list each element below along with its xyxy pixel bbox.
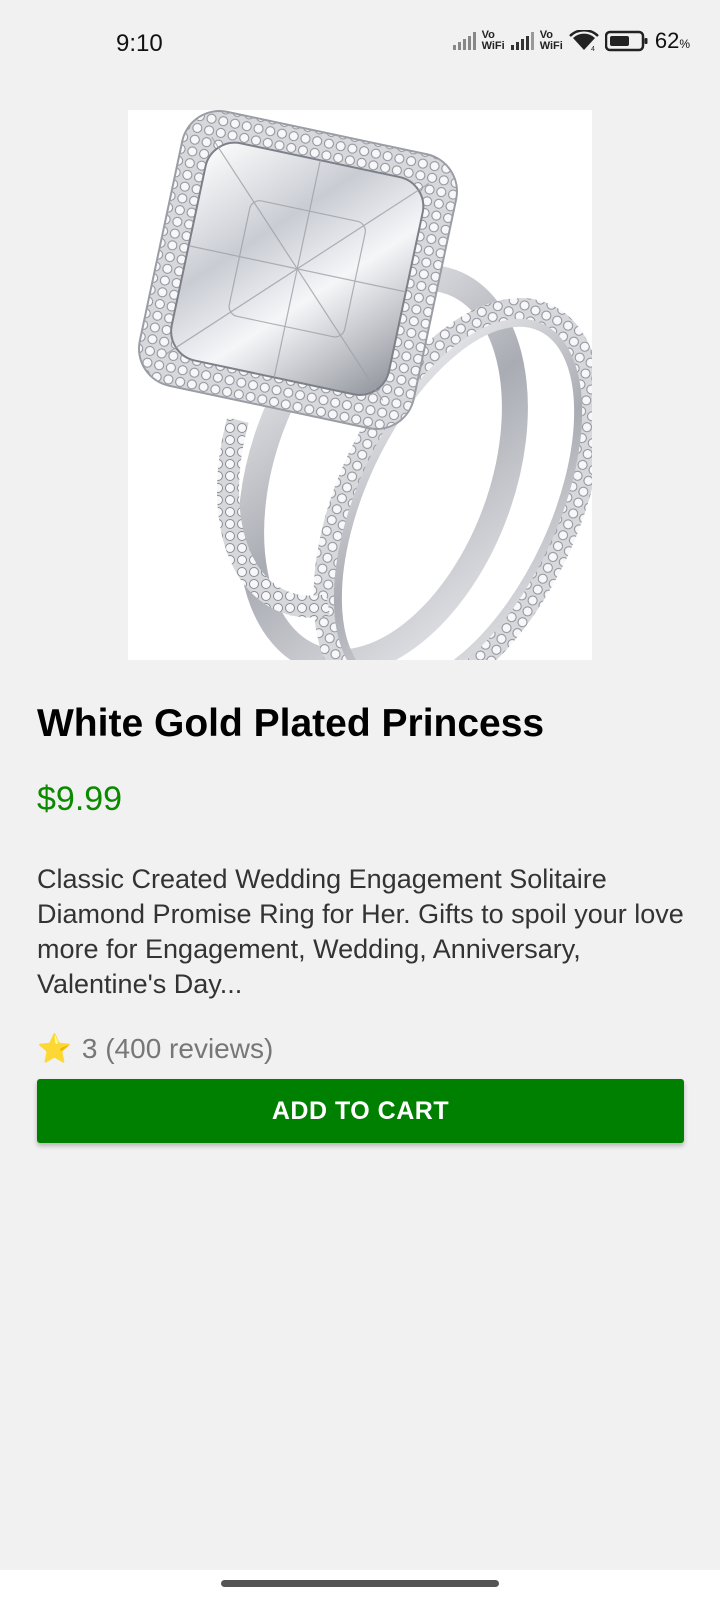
wifi-icon: 4 — [568, 30, 599, 52]
ring-illustration — [138, 110, 603, 712]
rating-text: 3 (400 reviews) — [81, 1032, 274, 1064]
signal-icon-sim2 — [510, 32, 534, 50]
product-price: $9.99 — [37, 780, 123, 818]
svg-text:4: 4 — [591, 46, 595, 52]
signal-icon-sim1 — [452, 32, 476, 50]
battery-percent: 62% — [654, 28, 690, 53]
status-icons: Vo WiFi Vo WiFi 4 62% — [452, 28, 690, 54]
star-icon: ⭐ — [37, 1033, 72, 1064]
product-description: Classic Created Wedding Engagement Solit… — [37, 864, 684, 999]
home-gesture-bar[interactable] — [221, 1580, 499, 1587]
product-title: White Gold Plated Princess — [37, 702, 545, 745]
product-detail-screen: 9:10 Vo WiFi Vo WiFi 4 62% White Gold Pl… — [0, 0, 720, 1600]
vowifi-label-1: Vo WiFi — [481, 29, 505, 52]
ring-product-image — [128, 110, 603, 712]
rating-row: ⭐ 3 (400 reviews) — [37, 1032, 273, 1065]
status-bar: 9:10 Vo WiFi Vo WiFi 4 62% — [0, 0, 720, 88]
add-to-cart-button[interactable]: ADD TO CART — [37, 1079, 684, 1143]
battery-icon — [604, 30, 649, 52]
vowifi-label-2: Vo WiFi — [539, 29, 563, 52]
status-time: 9:10 — [116, 30, 163, 57]
